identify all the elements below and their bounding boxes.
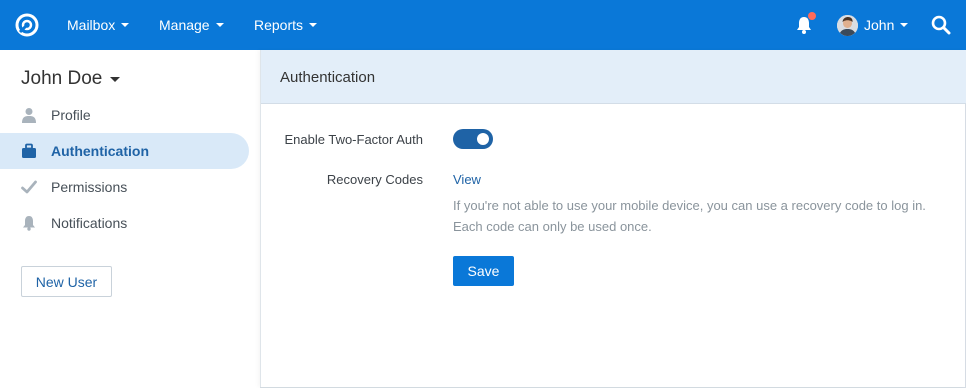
chevron-down-icon [215,23,224,27]
nav-mailbox[interactable]: Mailbox [67,0,130,50]
new-user-button[interactable]: New User [21,266,112,297]
view-recovery-codes-link[interactable]: View [453,172,481,187]
nav-reports-label: Reports [254,17,304,33]
notification-badge [808,12,816,20]
sidebar-item-permissions[interactable]: Permissions [0,169,249,205]
page-title: Authentication [280,69,376,86]
sidebar-item-profile[interactable]: Profile [0,97,249,133]
sidebar-item-label: Notifications [51,215,128,231]
main-panel: Authentication Enable Two-Factor Auth Re… [260,50,966,387]
sidebar-item-authentication[interactable]: Authentication [0,133,249,169]
user-name: John [864,17,895,33]
chevron-down-icon [900,23,909,27]
nav-manage[interactable]: Manage [159,0,224,50]
nav-reports[interactable]: Reports [254,0,318,50]
toggle-knob [477,133,489,145]
help-line: If you're not able to use your mobile de… [453,198,926,213]
sidebar-item-notifications[interactable]: Notifications [0,205,249,241]
sidebar-item-label: Profile [51,107,91,123]
two-factor-label: Enable Two-Factor Auth [284,132,423,147]
bell-icon [23,216,35,231]
recovery-help-text: If you're not able to use your mobile de… [453,195,953,237]
nav-mailbox-label: Mailbox [67,17,116,33]
briefcase-icon [22,143,36,158]
top-navigation-bar: Mailbox Manage Reports John [0,0,966,50]
sidebar-item-label: Permissions [51,179,128,195]
avatar[interactable] [837,15,858,36]
panel-header: Authentication [261,50,966,104]
chevron-down-icon [121,23,130,27]
two-factor-toggle[interactable] [453,129,493,149]
helpscout-logo-icon[interactable] [14,12,40,38]
nav-manage-label: Manage [159,17,210,33]
search-icon[interactable] [931,15,951,35]
check-icon [21,180,37,194]
avatar-image [837,15,858,36]
chevron-down-icon [110,76,121,82]
sidebar-title: John Doe [21,68,103,89]
help-line: Each code can only be used once. [453,219,652,234]
user-icon [22,108,36,123]
save-button[interactable]: Save [453,256,514,286]
sidebar-item-label: Authentication [51,143,149,159]
user-menu[interactable]: John [864,0,909,50]
chevron-down-icon [309,23,318,27]
recovery-codes-label: Recovery Codes [326,172,423,187]
user-switcher[interactable]: John Doe [21,68,121,90]
